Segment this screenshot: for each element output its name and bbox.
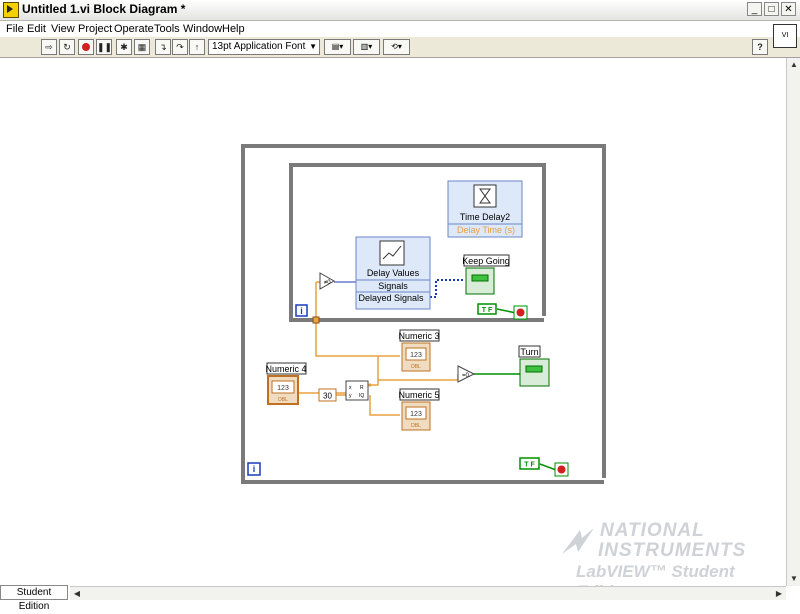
- quotient-remainder-node[interactable]: x y R IQ: [345, 380, 369, 401]
- retain-wire-values-icon[interactable]: ▦: [134, 39, 150, 55]
- numeric3-indicator[interactable]: Numeric 3 123 DBL: [398, 329, 440, 372]
- menu-tools[interactable]: Tools: [154, 23, 180, 35]
- stop-terminal-outer[interactable]: [554, 462, 569, 477]
- delay-values-input-label: Signals: [378, 281, 408, 291]
- time-delay-param-label: Delay Time (s): [457, 225, 515, 235]
- close-button[interactable]: ✕: [781, 2, 796, 16]
- svg-text:DBL: DBL: [278, 397, 288, 403]
- boolean-constant-outer[interactable]: T F: [519, 457, 540, 470]
- distribute-objects-icon[interactable]: ▥▾: [353, 39, 380, 55]
- numeric4-label: Numeric 4: [265, 364, 306, 374]
- led-icon: [471, 274, 489, 282]
- iteration-label-outer: i: [253, 464, 256, 474]
- stop-icon: [516, 308, 525, 317]
- turn-indicator[interactable]: Turn: [518, 345, 550, 387]
- boolean-wires[interactable]: [474, 308, 557, 471]
- align-objects-icon[interactable]: ▤▾: [324, 39, 351, 55]
- time-delay-title: Time Delay2: [460, 212, 510, 222]
- numeric-constant-30[interactable]: 30: [318, 388, 337, 402]
- step-out-icon[interactable]: ↑: [189, 39, 205, 55]
- boolean-constant-inner[interactable]: T F: [477, 303, 497, 315]
- toolbar: ⇨ ↻ ❚❚ ✱ ▦ ↴ ↷ ↑ 13pt Application Font ▼…: [0, 37, 800, 58]
- edition-label: Student Edition: [0, 585, 68, 612]
- svg-text:T F: T F: [482, 307, 493, 314]
- equal-zero-node[interactable]: =0: [457, 365, 476, 383]
- iteration-terminal-inner: i: [295, 304, 308, 317]
- svg-text:30: 30: [323, 392, 332, 401]
- highlight-execution-icon[interactable]: ✱: [116, 39, 132, 55]
- numeric5-indicator[interactable]: Numeric 5 123 DBL: [398, 388, 440, 431]
- menu-view[interactable]: View: [51, 23, 75, 35]
- context-help-button[interactable]: ?: [752, 39, 768, 55]
- step-into-icon[interactable]: ↴: [155, 39, 171, 55]
- horizontal-scrollbar[interactable]: ◀ ▶: [70, 586, 786, 600]
- run-continuous-icon[interactable]: ↻: [59, 39, 75, 55]
- svg-text:DBL: DBL: [411, 423, 421, 429]
- minimize-button[interactable]: _: [747, 2, 762, 16]
- wire-junction: [368, 383, 372, 387]
- numeric3-label: Numeric 3: [398, 331, 439, 341]
- svg-text:DBL: DBL: [411, 364, 421, 370]
- labview-app-icon: [3, 2, 19, 18]
- scroll-up-icon[interactable]: ▲: [787, 58, 800, 72]
- chevron-down-icon: ▼: [309, 42, 317, 51]
- led-icon: [525, 365, 543, 373]
- delay-values-output-label: Delayed Signals: [358, 293, 424, 303]
- time-delay-express-vi[interactable]: Time Delay2 Delay Time (s): [447, 180, 523, 238]
- watermark-line2: INSTRUMENTS: [598, 540, 747, 561]
- block-diagram-canvas: i i ≠0 Delay Values Signals Delayed Sign…: [241, 144, 606, 484]
- svg-text:≠0: ≠0: [324, 280, 331, 286]
- svg-text:123: 123: [410, 411, 422, 418]
- delay-values-express-vi[interactable]: Delay Values Signals Delayed Signals: [355, 236, 431, 310]
- iteration-label-inner: i: [300, 306, 303, 316]
- stop-terminal-inner[interactable]: [513, 305, 528, 320]
- scroll-down-icon[interactable]: ▼: [787, 572, 800, 586]
- watermark-line1: NATIONAL: [600, 520, 705, 541]
- menu-help[interactable]: Help: [222, 23, 245, 35]
- ni-logo-icon: [562, 528, 594, 554]
- numeric5-label: Numeric 5: [398, 390, 439, 400]
- turn-label: Turn: [520, 347, 538, 357]
- maximize-button[interactable]: □: [764, 2, 779, 16]
- font-select-value: 13pt Application Font: [212, 41, 306, 52]
- stop-icon: [557, 465, 566, 474]
- svg-text:123: 123: [277, 385, 289, 392]
- numeric4-control[interactable]: Numeric 4 123 DBL: [265, 362, 307, 405]
- keep-going-label: Keep Going: [462, 256, 510, 266]
- font-select[interactable]: 13pt Application Font ▼: [208, 39, 320, 55]
- menu-file[interactable]: File: [6, 23, 24, 35]
- scroll-right-icon[interactable]: ▶: [772, 587, 786, 601]
- svg-text:=0: =0: [462, 373, 470, 379]
- pause-icon[interactable]: ❚❚: [96, 39, 112, 55]
- delay-values-title: Delay Values: [367, 268, 420, 278]
- svg-text:IQ: IQ: [359, 393, 364, 399]
- ni-watermark: NATIONAL INSTRUMENTS LabVIEW™ Student Ed…: [560, 520, 790, 601]
- dynamic-data-wire[interactable]: [430, 279, 464, 298]
- menu-project[interactable]: Project: [78, 23, 112, 35]
- loop-tunnel[interactable]: [312, 316, 320, 324]
- step-over-icon[interactable]: ↷: [172, 39, 188, 55]
- scroll-left-icon[interactable]: ◀: [70, 587, 84, 601]
- vi-icon[interactable]: VI: [773, 24, 797, 48]
- svg-text:T F: T F: [524, 462, 535, 469]
- run-arrow-icon[interactable]: ⇨: [41, 39, 57, 55]
- keep-going-indicator[interactable]: Keep Going: [462, 254, 510, 295]
- menu-operate[interactable]: Operate: [114, 23, 154, 35]
- window-title: Untitled 1.vi Block Diagram *: [22, 2, 186, 16]
- vertical-scrollbar[interactable]: ▲ ▼: [786, 58, 800, 586]
- svg-text:R: R: [360, 385, 364, 391]
- abort-icon[interactable]: [78, 39, 94, 55]
- svg-text:123: 123: [410, 352, 422, 359]
- menu-bar: File Edit View Project Operate Tools Win…: [0, 21, 800, 37]
- title-bar: Untitled 1.vi Block Diagram * _ □ ✕: [0, 0, 800, 21]
- reorder-icon[interactable]: ⟲▾: [383, 39, 410, 55]
- not-equal-zero-node[interactable]: ≠0: [319, 272, 336, 290]
- menu-window[interactable]: Window: [183, 23, 222, 35]
- iteration-terminal-outer: i: [247, 462, 261, 476]
- menu-edit[interactable]: Edit: [27, 23, 46, 35]
